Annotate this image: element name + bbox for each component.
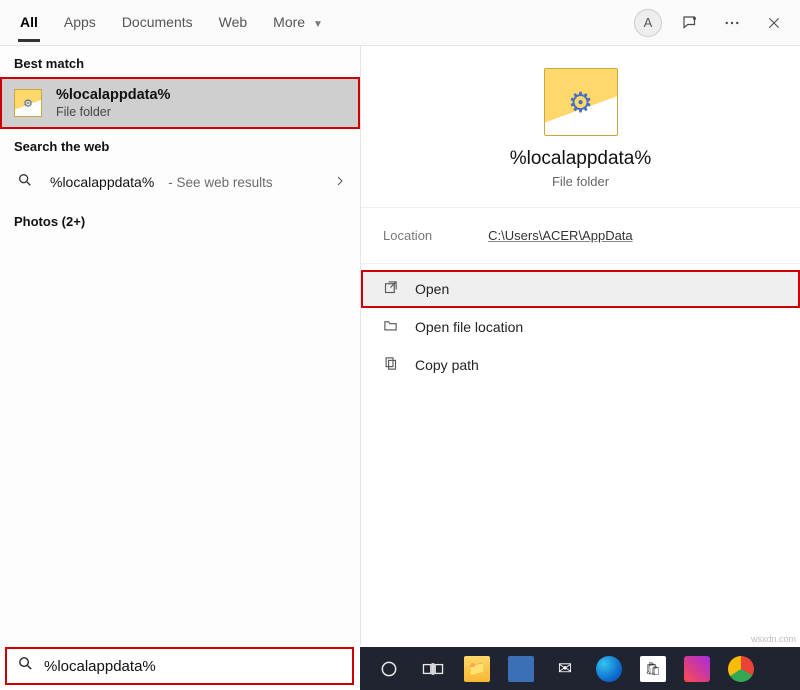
action-open-location[interactable]: Open file location — [361, 308, 800, 346]
taskbar-mail-icon[interactable]: ✉ — [552, 656, 578, 682]
preview-meta: Location C:\Users\ACER\AppData — [361, 208, 800, 264]
meta-location-value[interactable]: C:\Users\ACER\AppData — [488, 228, 633, 243]
tab-more[interactable]: More ▼ — [271, 3, 325, 42]
open-location-icon — [383, 318, 399, 336]
action-open-location-label: Open file location — [415, 319, 523, 335]
taskbar-chrome-icon[interactable] — [728, 656, 754, 682]
chevron-down-icon: ▼ — [313, 19, 323, 30]
meta-location-key: Location — [383, 228, 432, 243]
preview-actions: Open Open file location Copy path — [361, 264, 800, 390]
action-open[interactable]: Open — [361, 270, 800, 308]
taskbar-file-explorer-icon[interactable]: 📁 — [464, 656, 490, 682]
result-subtitle: File folder — [56, 105, 346, 119]
taskbar-app-icon[interactable] — [684, 656, 710, 682]
open-icon — [383, 280, 399, 298]
taskbar-taskview-icon[interactable] — [420, 656, 446, 682]
preview-pane: ⚙ %localappdata% File folder Location C:… — [361, 46, 800, 645]
results-pane: Best match %localappdata% File folder Se… — [0, 46, 361, 645]
header-actions: A — [634, 9, 788, 37]
more-icon[interactable] — [718, 9, 746, 37]
taskbar-cortana-icon[interactable] — [376, 656, 402, 682]
preview-subtitle: File folder — [379, 174, 782, 189]
taskbar-word-icon[interactable] — [508, 656, 534, 682]
preview-title: %localappdata% — [379, 148, 782, 170]
preview-card: ⚙ %localappdata% File folder — [361, 46, 800, 208]
search-bar[interactable] — [5, 647, 354, 685]
taskbar: 📁 ✉ 🛍 — [360, 647, 800, 690]
action-copy-path[interactable]: Copy path — [361, 346, 800, 384]
web-result-hint: - See web results — [168, 175, 272, 190]
action-open-label: Open — [415, 281, 449, 297]
tab-more-label: More — [273, 14, 305, 30]
section-search-web: Search the web — [0, 129, 360, 160]
tab-all[interactable]: All — [18, 3, 40, 42]
folder-icon — [14, 89, 42, 117]
result-text: %localappdata% File folder — [56, 87, 346, 119]
section-best-match: Best match — [0, 46, 360, 77]
result-title: %localappdata% — [56, 87, 346, 103]
taskbar-store-icon[interactable]: 🛍 — [640, 656, 666, 682]
header-tabbar: All Apps Documents Web More ▼ A — [0, 0, 800, 46]
copy-icon — [383, 356, 399, 374]
chevron-right-icon — [334, 175, 346, 190]
tab-list: All Apps Documents Web More ▼ — [18, 3, 325, 42]
close-icon[interactable] — [760, 9, 788, 37]
search-icon — [17, 655, 34, 677]
watermark: wsxdn.com — [751, 634, 796, 644]
web-result[interactable]: %localappdata% - See web results — [0, 160, 360, 204]
search-input[interactable] — [44, 658, 342, 675]
search-icon — [14, 172, 36, 192]
action-copy-path-label: Copy path — [415, 357, 479, 373]
best-match-result[interactable]: %localappdata% File folder — [0, 77, 360, 129]
web-result-term: %localappdata% — [50, 174, 154, 190]
feedback-icon[interactable] — [676, 9, 704, 37]
preview-folder-icon: ⚙ — [544, 68, 618, 136]
avatar[interactable]: A — [634, 9, 662, 37]
taskbar-edge-icon[interactable] — [596, 656, 622, 682]
section-photos[interactable]: Photos (2+) — [0, 204, 360, 235]
tab-web[interactable]: Web — [217, 3, 250, 42]
tab-documents[interactable]: Documents — [120, 3, 195, 42]
tab-apps[interactable]: Apps — [62, 3, 98, 42]
